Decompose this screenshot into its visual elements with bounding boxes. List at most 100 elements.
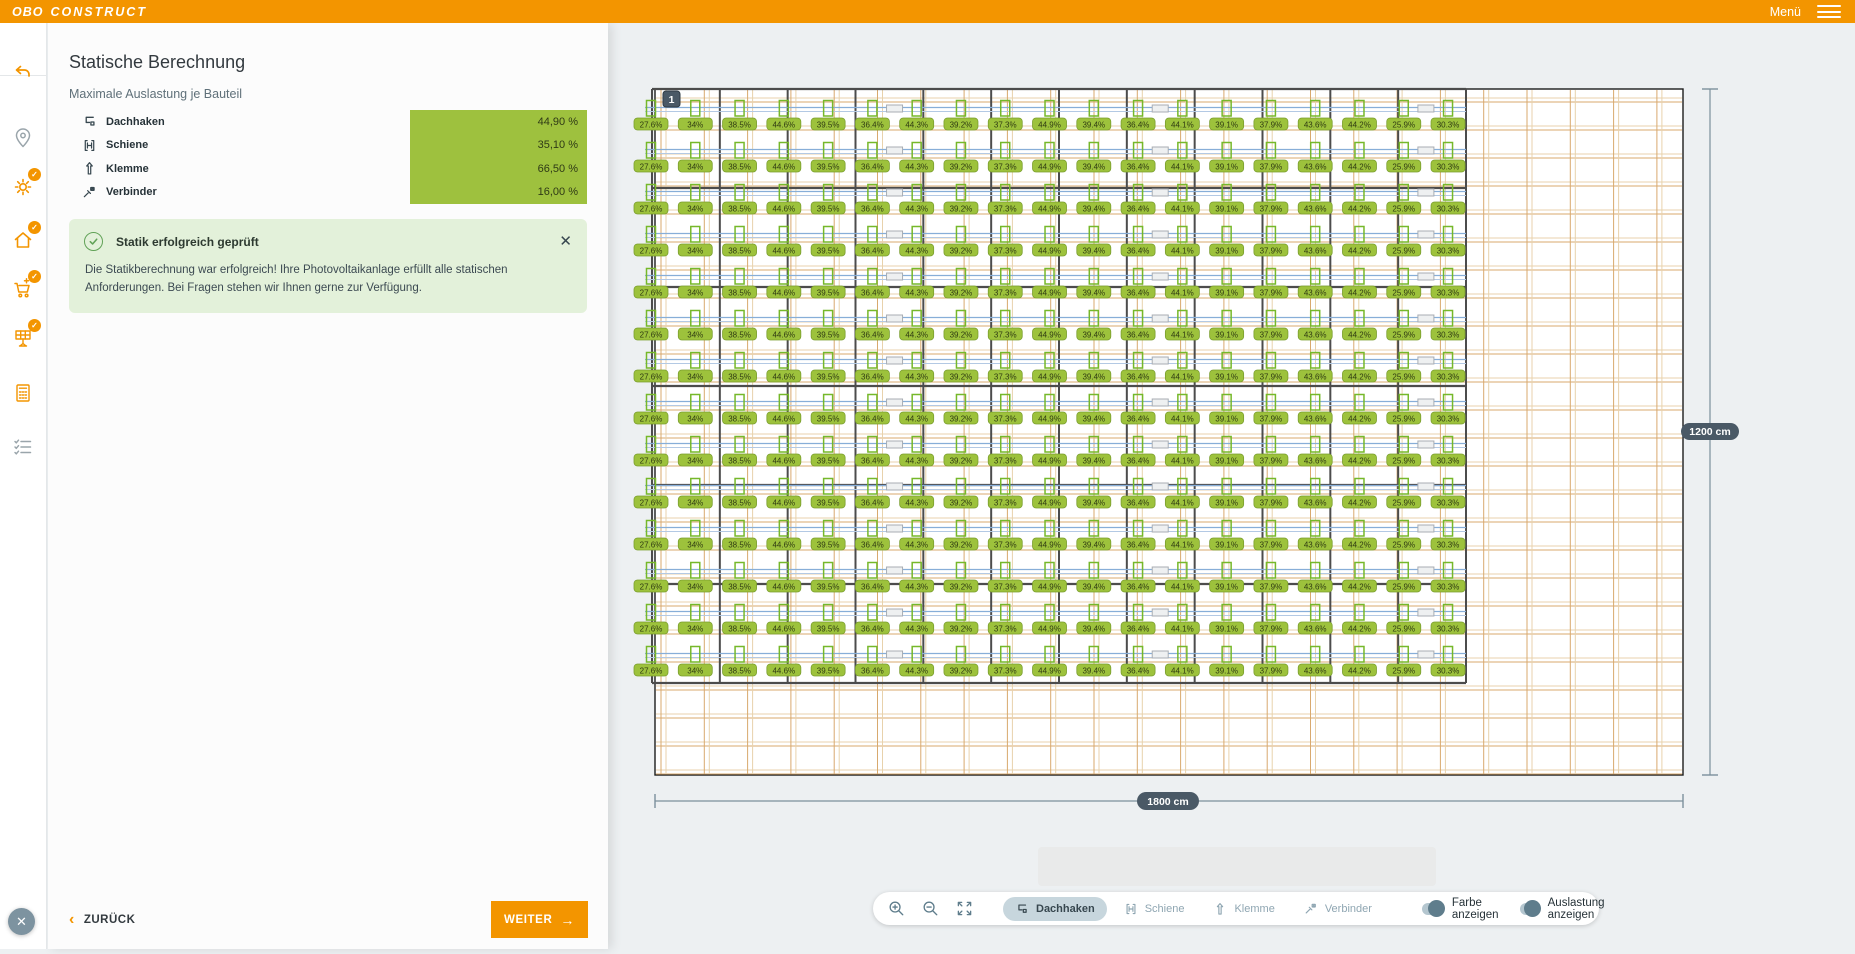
filter-chip-verbinder[interactable]: Verbinder — [1292, 897, 1384, 921]
svg-text:39.2%: 39.2% — [950, 372, 973, 381]
svg-text:25.9%: 25.9% — [1392, 582, 1415, 591]
svg-text:39.4%: 39.4% — [1082, 330, 1105, 339]
svg-text:44.2%: 44.2% — [1348, 456, 1371, 465]
sidebar-item-cart[interactable]: ✓ — [9, 275, 37, 303]
svg-text:44.6%: 44.6% — [772, 498, 795, 507]
svg-text:44.9%: 44.9% — [1038, 414, 1061, 423]
svg-text:43.6%: 43.6% — [1304, 414, 1327, 423]
sidebar-item-solar[interactable]: ✓ — [9, 324, 37, 352]
svg-text:38.5%: 38.5% — [728, 120, 751, 129]
svg-text:38.5%: 38.5% — [728, 372, 751, 381]
sidebar-item-location[interactable] — [9, 124, 37, 152]
svg-text:39.4%: 39.4% — [1082, 456, 1105, 465]
svg-text:36.4%: 36.4% — [1127, 372, 1150, 381]
alert-title: Statik erfolgreich geprüft — [116, 235, 259, 249]
component-label: Klemme — [106, 163, 149, 175]
alert-close-icon[interactable]: ✕ — [559, 234, 572, 249]
svg-text:39.5%: 39.5% — [817, 414, 840, 423]
panel-footer: ‹ ZURÜCK WEITER → — [48, 889, 608, 949]
component-value: 66,50 % — [410, 157, 587, 181]
svg-text:39.5%: 39.5% — [817, 204, 840, 213]
svg-text:39.1%: 39.1% — [1215, 666, 1238, 675]
close-panel-button[interactable]: ✕ — [8, 908, 35, 935]
svg-text:39.5%: 39.5% — [817, 330, 840, 339]
component-label: Verbinder — [106, 186, 157, 198]
svg-text:39.5%: 39.5% — [817, 456, 840, 465]
svg-text:39.2%: 39.2% — [950, 540, 973, 549]
svg-text:25.9%: 25.9% — [1392, 414, 1415, 423]
sidebar-item-back[interactable] — [9, 59, 37, 87]
sidebar-item-house[interactable]: ✓ — [9, 226, 37, 254]
sidebar-item-settings[interactable]: ✓ — [9, 173, 37, 201]
svg-text:44.6%: 44.6% — [772, 330, 795, 339]
svg-text:44.3%: 44.3% — [905, 582, 928, 591]
svg-text:44.2%: 44.2% — [1348, 540, 1371, 549]
component-value: 35,10 % — [410, 134, 587, 158]
svg-text:39.4%: 39.4% — [1082, 162, 1105, 171]
svg-text:44.1%: 44.1% — [1171, 120, 1194, 129]
toggle-switch[interactable] — [1520, 903, 1539, 915]
svg-text:38.5%: 38.5% — [728, 624, 751, 633]
svg-text:25.9%: 25.9% — [1392, 204, 1415, 213]
svg-text:39.5%: 39.5% — [817, 246, 840, 255]
toggle-farbe-anzeigen[interactable]: Farbe anzeigen — [1422, 897, 1508, 921]
page-title: Statische Berechnung — [69, 52, 587, 73]
svg-text:44.3%: 44.3% — [905, 414, 928, 423]
svg-text:36.4%: 36.4% — [1127, 330, 1150, 339]
hamburger-menu-icon[interactable] — [1817, 5, 1841, 18]
sidebar-item-calculator[interactable] — [9, 379, 37, 407]
svg-text:37.9%: 37.9% — [1260, 456, 1283, 465]
svg-text:30.3%: 30.3% — [1437, 414, 1460, 423]
svg-text:39.1%: 39.1% — [1215, 120, 1238, 129]
svg-text:39.4%: 39.4% — [1082, 372, 1105, 381]
zoom-in-icon[interactable] — [888, 900, 905, 918]
toggle-switch[interactable] — [1422, 903, 1443, 915]
svg-text:36.4%: 36.4% — [861, 330, 884, 339]
zoom-out-icon[interactable] — [922, 900, 939, 918]
schiene-icon — [1124, 902, 1138, 916]
svg-text:44.9%: 44.9% — [1038, 540, 1061, 549]
svg-text:39.1%: 39.1% — [1215, 624, 1238, 633]
svg-text:37.3%: 37.3% — [994, 288, 1017, 297]
filter-chip-klemme[interactable]: Klemme — [1201, 897, 1286, 921]
svg-text:37.3%: 37.3% — [994, 330, 1017, 339]
svg-text:25.9%: 25.9% — [1392, 666, 1415, 675]
svg-text:27.6%: 27.6% — [640, 246, 663, 255]
fit-to-screen-icon[interactable] — [956, 900, 973, 918]
logo-obo: OBO — [12, 5, 43, 19]
back-button[interactable]: ‹ ZURÜCK — [69, 911, 135, 929]
next-button[interactable]: WEITER → — [491, 901, 588, 938]
svg-text:39.4%: 39.4% — [1082, 204, 1105, 213]
svg-text:34%: 34% — [687, 498, 703, 507]
svg-text:39.4%: 39.4% — [1082, 582, 1105, 591]
next-label: WEITER — [504, 914, 552, 926]
filter-chip-schiene[interactable]: Schiene — [1112, 897, 1197, 921]
svg-text:39.5%: 39.5% — [817, 288, 840, 297]
svg-text:39.2%: 39.2% — [950, 624, 973, 633]
svg-text:44.9%: 44.9% — [1038, 666, 1061, 675]
svg-text:36.4%: 36.4% — [861, 288, 884, 297]
sidebar-item-checklist[interactable] — [9, 433, 37, 461]
roof-plan-canvas[interactable]: 27.6% 34% 38.5% 44.6% 39.5% 36.4% 44.3% 39.2% 37… — [608, 23, 1855, 949]
filter-chip-dachhaken[interactable]: Dachhaken — [1003, 897, 1107, 921]
svg-text:27.6%: 27.6% — [640, 372, 663, 381]
svg-text:27.6%: 27.6% — [640, 498, 663, 507]
svg-text:44.2%: 44.2% — [1348, 162, 1371, 171]
svg-text:37.9%: 37.9% — [1260, 498, 1283, 507]
svg-text:30.3%: 30.3% — [1437, 372, 1460, 381]
svg-text:39.1%: 39.1% — [1215, 582, 1238, 591]
svg-text:39.4%: 39.4% — [1082, 498, 1105, 507]
svg-text:39.2%: 39.2% — [950, 498, 973, 507]
svg-text:27.6%: 27.6% — [640, 540, 663, 549]
svg-text:39.4%: 39.4% — [1082, 624, 1105, 633]
svg-text:36.4%: 36.4% — [1127, 540, 1150, 549]
svg-text:44.6%: 44.6% — [772, 666, 795, 675]
check-badge: ✓ — [28, 319, 41, 332]
svg-text:43.6%: 43.6% — [1304, 246, 1327, 255]
svg-text:44.6%: 44.6% — [772, 120, 795, 129]
svg-text:36.4%: 36.4% — [861, 120, 884, 129]
svg-text:44.9%: 44.9% — [1038, 330, 1061, 339]
svg-text:37.3%: 37.3% — [994, 246, 1017, 255]
filter-chip-label: Verbinder — [1325, 903, 1372, 915]
toggle-auslastung-anzeigen[interactable]: Auslastung anzeigen — [1520, 897, 1616, 921]
